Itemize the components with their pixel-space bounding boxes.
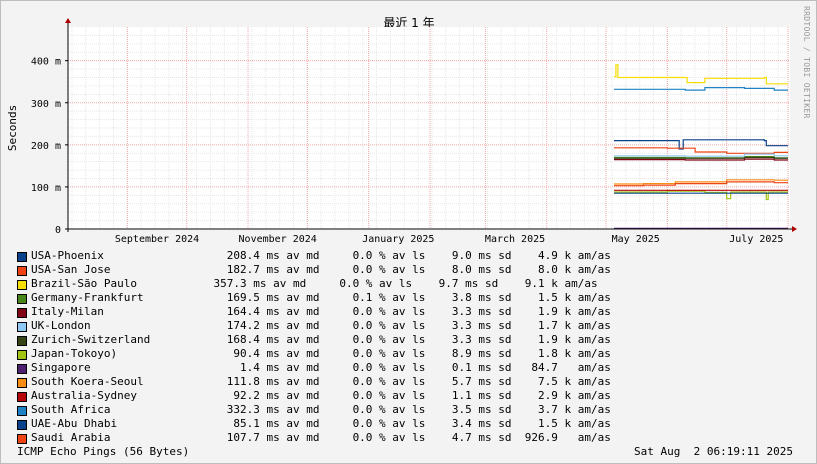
y-tick-label: 0	[55, 225, 61, 236]
legend-swatch	[17, 420, 27, 430]
x-tick-label: July 2025	[729, 234, 783, 245]
x-tick-label: May 2025	[612, 234, 660, 245]
y-axis: 0 100 m 200 m 300 m 400 m	[31, 57, 68, 236]
legend-swatch	[17, 266, 27, 276]
legend-swatch	[17, 434, 27, 444]
legend-stats: 90.4 ms av md 0.0 % av ls 8.9 ms sd 1.8 …	[187, 347, 611, 360]
legend-swatch	[17, 336, 27, 346]
rrdtool-watermark: RRDTOOL / TOBI OETIKER	[802, 6, 811, 119]
y-axis-label: Seconds	[6, 105, 19, 151]
x-axis: September 2024 November 2024 January 2025 M…	[115, 234, 784, 245]
legend-swatch	[17, 350, 27, 360]
x-tick-label: September 2024	[115, 234, 199, 245]
legend-name: Italy-Milan	[31, 305, 104, 318]
legend-name: UAE-Abu Dhabi	[31, 417, 118, 430]
legend-name: South Africa	[31, 403, 111, 416]
legend-stats: 168.4 ms av md 0.0 % av ls 3.3 ms sd 1.9…	[187, 333, 611, 346]
x-axis-arrow	[792, 226, 797, 232]
legend-stats: 332.3 ms av md 0.0 % av ls 3.5 ms sd 3.7…	[187, 403, 611, 416]
y-tick-label: 200 m	[31, 141, 61, 152]
legend-name: South Koera-Seoul	[31, 375, 144, 388]
legend-swatch	[17, 322, 27, 332]
x-tick-label: January 2025	[362, 234, 434, 245]
legend-stats: 92.2 ms av md 0.0 % av ls 1.1 ms sd 2.9 …	[187, 389, 611, 402]
graph-frame: 最近 1 年 Seconds 0 100 m 200 m 300 m 400 m Sep…	[0, 0, 817, 464]
legend-swatch	[17, 308, 27, 318]
legend-name: Saudi Arabia	[31, 431, 111, 444]
legend-swatch	[17, 406, 27, 416]
legend-swatch	[17, 392, 27, 402]
footer-description: ICMP Echo Pings (56 Bytes)	[17, 445, 190, 458]
legend-name: USA-Phoenix	[31, 249, 104, 262]
legend-name: Brazil-São Paulo	[31, 277, 137, 290]
y-tick-label: 400 m	[31, 57, 61, 68]
legend-stats: 174.2 ms av md 0.0 % av ls 3.3 ms sd 1.7…	[187, 319, 611, 332]
legend-swatch	[17, 294, 27, 304]
legend-swatch	[17, 378, 27, 388]
legend-swatch	[17, 280, 27, 290]
legend-stats: 111.8 ms av md 0.0 % av ls 5.7 ms sd 7.5…	[187, 375, 611, 388]
legend-stats: 357.3 ms av md 0.0 % av ls 9.7 ms sd 9.1…	[187, 277, 598, 290]
legend-swatch	[17, 252, 27, 262]
y-tick-label: 100 m	[31, 183, 61, 194]
legend-stats: 1.4 ms av md 0.0 % av ls 0.1 ms sd 84.7 …	[187, 361, 611, 374]
legend-stats: 182.7 ms av md 0.0 % av ls 8.0 ms sd 8.0…	[187, 263, 611, 276]
legend-stats: 85.1 ms av md 0.0 % av ls 3.4 ms sd 1.5 …	[187, 417, 611, 430]
x-tick-label: November 2024	[239, 234, 317, 245]
legend-name: Zurich-Switzerland	[31, 333, 151, 346]
legend-stats: 208.4 ms av md 0.0 % av ls 9.0 ms sd 4.9…	[187, 249, 611, 262]
x-tick-label: March 2025	[485, 234, 545, 245]
latency-chart: 最近 1 年 Seconds 0100 m200 m300 m400 m Sep…	[6, 16, 797, 245]
y-axis-arrow	[65, 18, 71, 23]
footer-timestamp: Sat Aug 2 06:19:11 2025	[634, 445, 793, 458]
legend-stats: 107.7 ms av md 0.0 % av ls 4.7 ms sd 926…	[187, 431, 611, 444]
legend-name: Germany-Frankfurt	[31, 291, 144, 304]
legend-stats: 169.5 ms av md 0.1 % av ls 3.8 ms sd 1.5…	[187, 291, 611, 304]
legend-name: Australia-Sydney	[31, 389, 137, 402]
legend-swatch	[17, 364, 27, 374]
legend-name: UK-London	[31, 319, 91, 332]
y-tick-label: 300 m	[31, 99, 61, 110]
legend-stats: 164.4 ms av md 0.0 % av ls 3.3 ms sd 1.9…	[187, 305, 611, 318]
legend-name: USA-San Jose	[31, 263, 111, 276]
legend-name: Singapore	[31, 361, 91, 374]
legend-name: Japan-Tokoyo)	[31, 347, 118, 360]
